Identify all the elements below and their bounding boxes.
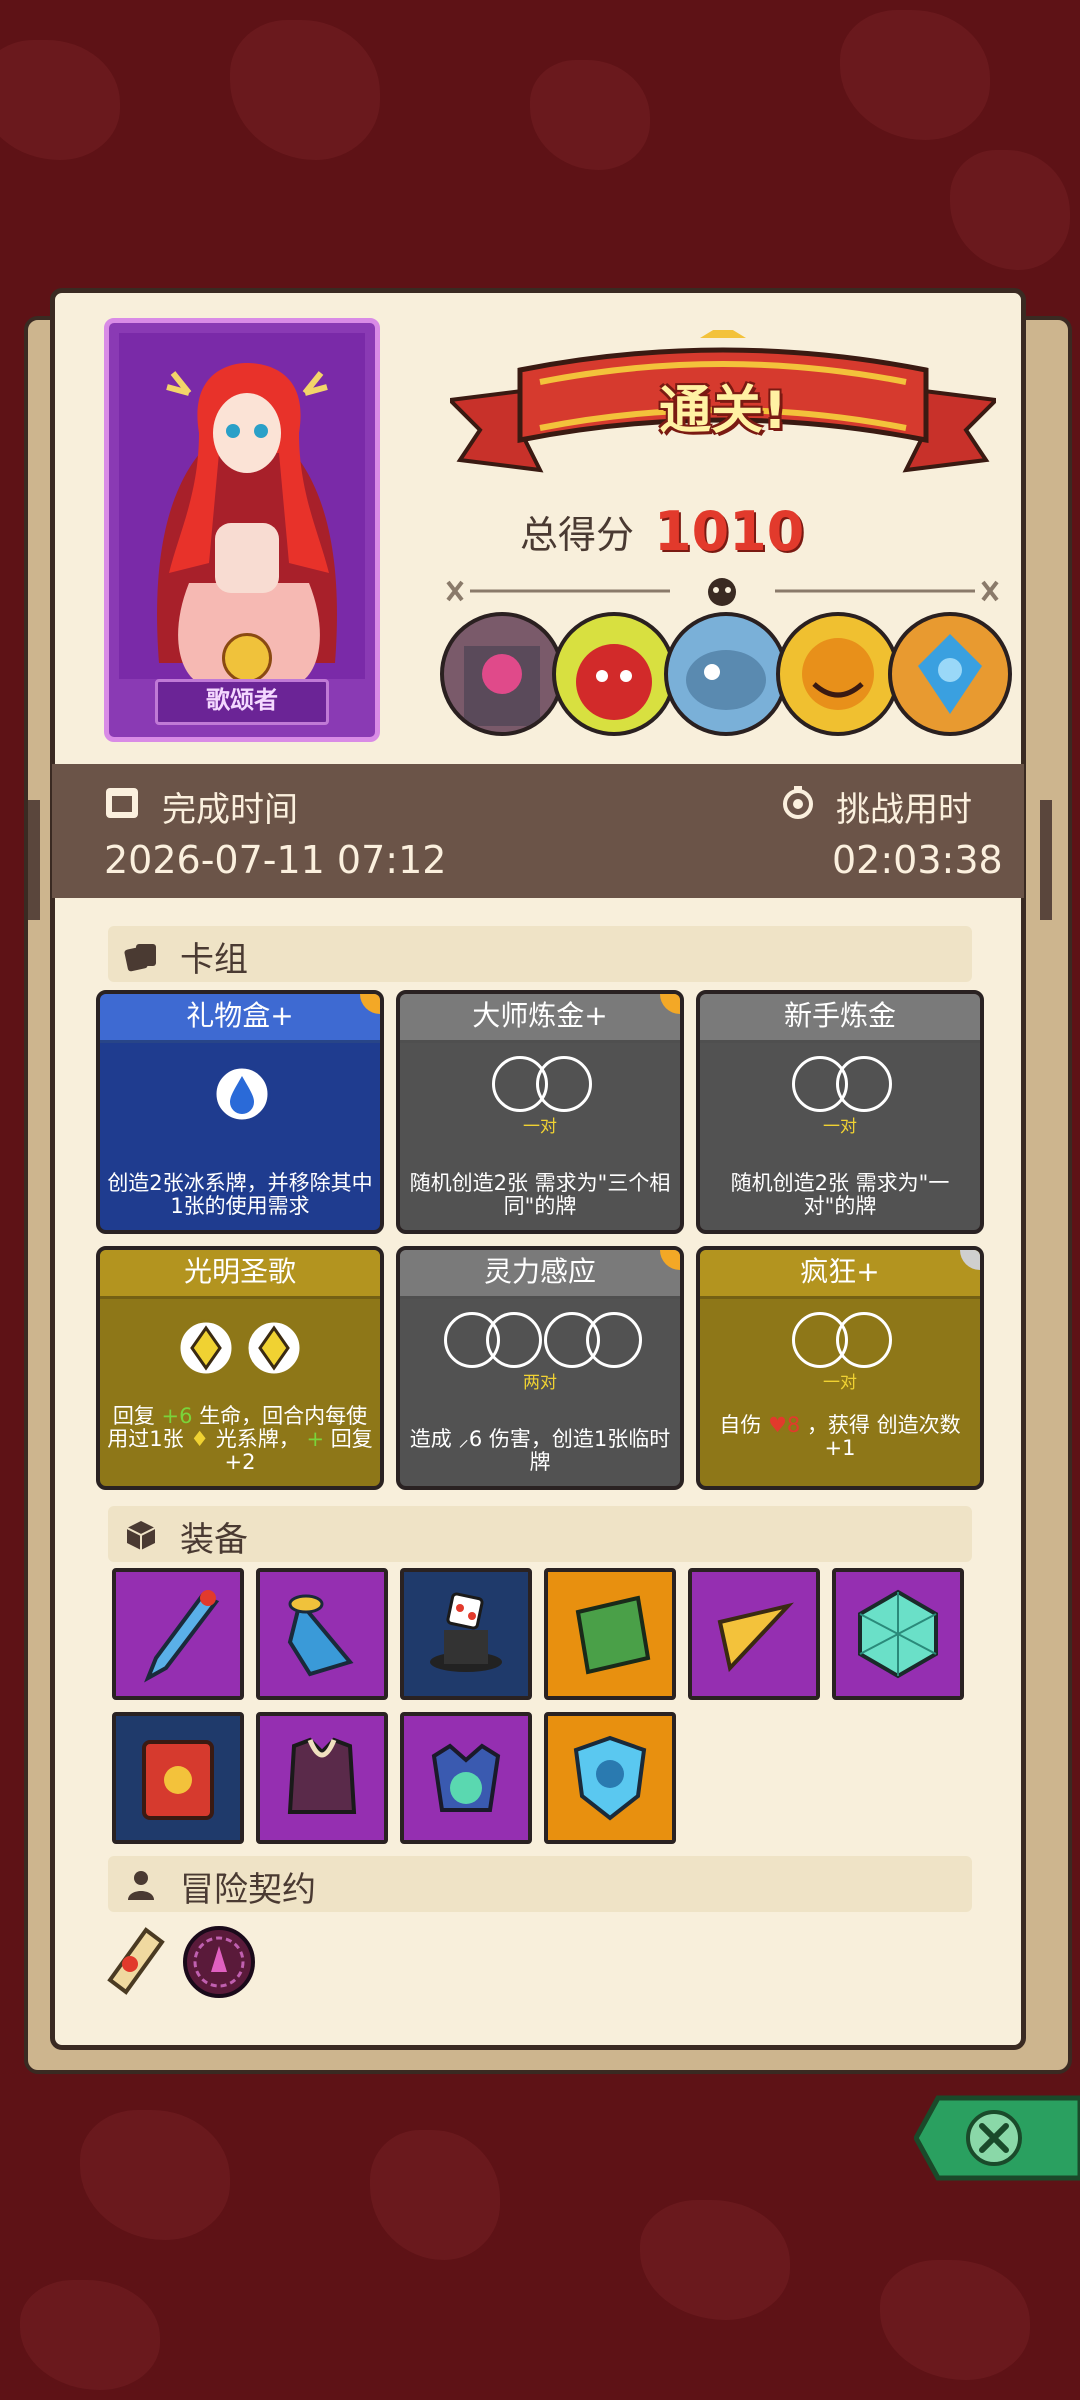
person-icon	[128, 1871, 154, 1900]
card-requirement: 一对	[823, 1373, 857, 1393]
card-title: 光明圣歌	[100, 1250, 380, 1299]
deck-card[interactable]: 疯狂+ 一对 自伤 ♥8 ，获得 创造次数+1	[696, 1246, 984, 1490]
deck-card[interactable]: 新手炼金 一对 随机创造2张 需求为"一对"的牌	[696, 990, 984, 1234]
card-title: 新手炼金	[700, 994, 980, 1043]
slot-ring	[536, 1056, 592, 1112]
spellbook-icon	[142, 1740, 214, 1820]
equipment-spellbook[interactable]	[112, 1712, 244, 1844]
desc-text: 自伤	[719, 1413, 762, 1437]
self-damage-value: ♥8	[768, 1413, 801, 1437]
strip-tab-right	[1040, 800, 1052, 920]
equipment-armor[interactable]	[256, 1712, 388, 1844]
contract-section-header: 冒险契约	[108, 1856, 972, 1912]
card-title: 礼物盒+	[100, 994, 380, 1043]
contract-title: 冒险契约	[180, 1870, 316, 1910]
armor-icon	[287, 1737, 357, 1814]
equipment-magic-hat[interactable]	[400, 1568, 532, 1700]
boss-portrait[interactable]	[664, 612, 788, 736]
card-requirement: 一对	[823, 1117, 857, 1137]
desc-text: 光系牌，	[215, 1427, 300, 1451]
card-description: 自伤 ♥8 ，获得 创造次数+1	[706, 1414, 974, 1460]
clear-banner: 通关!	[445, 324, 1001, 490]
card-description: 随机创造2张 需求为"三个相同"的牌	[409, 1171, 671, 1218]
card-description: 随机创造2张 需求为"一对"的牌	[730, 1171, 950, 1218]
deck-card[interactable]: 灵力感应 两对 造成 ⸝6 伤害，创造1张临时牌	[396, 1246, 684, 1490]
boss-portrait[interactable]	[440, 612, 564, 736]
hero-name: 歌颂者	[155, 679, 329, 725]
equipment-cheese[interactable]	[688, 1568, 820, 1700]
deck-card[interactable]: 大师炼金+ 一对 随机创造2张 需求为"三个相同"的牌	[396, 990, 684, 1234]
time-strip: 完成时间 挑战用时 2026-07-11 07:12 02:03:38	[52, 764, 1024, 898]
deck-section-header: 卡组	[108, 926, 972, 982]
water-drop-icon	[213, 1065, 271, 1123]
curse-contract-icon[interactable]	[176, 1922, 262, 2002]
hero-card[interactable]: 歌颂者	[104, 318, 380, 742]
card-requirement: 两对	[523, 1373, 557, 1393]
close-button[interactable]	[914, 2090, 1080, 2186]
score-label: 总得分	[520, 512, 635, 557]
equipment-moss-stone[interactable]	[544, 1568, 676, 1700]
dagger-icon	[144, 1590, 220, 1683]
equipment-crystal-die[interactable]	[832, 1568, 964, 1700]
equipment-section-header: 装备	[108, 1506, 972, 1562]
boss-portrait[interactable]	[776, 612, 900, 736]
skull-divider	[446, 578, 999, 606]
equipment-dagger[interactable]	[112, 1568, 244, 1700]
slot-ring	[586, 1312, 642, 1368]
equipment-potion[interactable]	[400, 1712, 532, 1844]
slot-ring	[486, 1312, 542, 1368]
clear-title: 通关!	[659, 381, 787, 441]
score-row: 总得分 1010	[520, 496, 920, 566]
moss-stone-icon	[575, 1595, 651, 1675]
stopwatch-icon	[783, 786, 813, 819]
calendar-icon	[106, 788, 138, 818]
cheese-icon	[717, 1602, 794, 1673]
card-title: 灵力感应	[400, 1250, 680, 1299]
light-diamond-icon	[177, 1319, 235, 1377]
deck-title: 卡组	[180, 940, 248, 980]
card-title: 大师炼金+	[400, 994, 680, 1043]
magic-hat-icon	[430, 1592, 502, 1672]
equipment-shield[interactable]	[544, 1712, 676, 1844]
cards-icon	[124, 944, 156, 972]
light-diamond-icon	[245, 1319, 303, 1377]
shield-icon	[573, 1735, 647, 1821]
equipment-title: 装备	[180, 1520, 248, 1560]
deck-card[interactable]: 礼物盒+ 创造2张冰系牌，并移除其中1张的使用需求	[96, 990, 384, 1234]
heal-value: +6	[161, 1404, 193, 1428]
card-requirement: 一对	[523, 1117, 557, 1137]
card-description: 回复 +6 生命，回合内每使用过1张 ♦ 光系牌， + 回复+2	[106, 1405, 374, 1474]
card-description: 造成 ⸝6 伤害，创造1张临时牌	[409, 1427, 671, 1474]
crystal-die-icon	[858, 1589, 938, 1679]
boss-portrait[interactable]	[552, 612, 676, 736]
boss-portrait[interactable]	[888, 612, 1012, 736]
equipment-bell[interactable]	[256, 1568, 388, 1700]
duration-label: 挑战用时	[836, 790, 972, 830]
desc-text: 回复	[112, 1404, 155, 1428]
light-gem-icon: ♦	[190, 1427, 210, 1451]
finish-time-label: 完成时间	[162, 790, 298, 830]
potion-icon	[431, 1743, 501, 1812]
bell-icon	[287, 1594, 354, 1677]
box-icon	[126, 1521, 156, 1550]
defeated-bosses	[440, 612, 1012, 740]
hero-portrait	[119, 333, 365, 683]
desc-text: ，获得 创造次数+1	[806, 1413, 961, 1460]
slot-ring	[836, 1056, 892, 1112]
duration-value: 02:03:38	[832, 838, 1003, 882]
finish-time-value: 2026-07-11 07:12	[104, 838, 447, 882]
card-title: 疯狂+	[700, 1250, 980, 1299]
scroll-icon[interactable]	[100, 1920, 172, 2000]
plus-icon: +	[306, 1427, 325, 1451]
card-description: 创造2张冰系牌，并移除其中1张的使用需求	[107, 1171, 373, 1218]
hero-badge-icon	[222, 633, 272, 683]
slot-ring	[836, 1312, 892, 1368]
score-value: 1010	[654, 499, 805, 563]
deck-card[interactable]: 光明圣歌 回复 +6 生命，回合内每使用过1张 ♦ 光系牌， + 回复+2	[96, 1246, 384, 1490]
strip-tab-left	[28, 800, 40, 920]
